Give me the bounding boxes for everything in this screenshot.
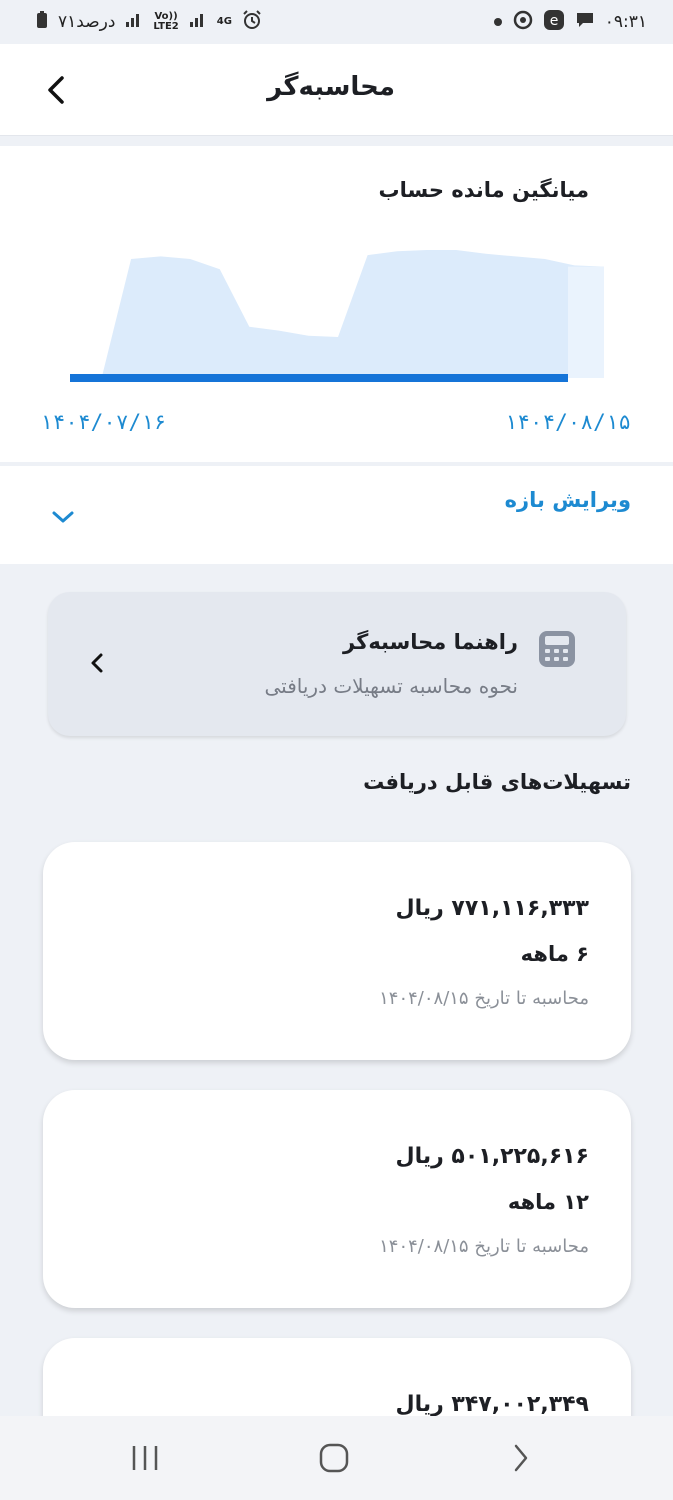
section-title: تسهیلات‌های قابل دریافت [363,770,631,794]
alarm-icon [242,9,262,35]
chart-end-date: ۱۴۰۴/۰۸/۱۵ [504,410,631,434]
status-bar: ۷۱درصد Vo)) LTE2 4G e ۰۹:۳۱ [0,0,673,44]
clock-time: ۰۹:۳۱ [604,12,647,32]
back-arrow-icon[interactable] [38,72,74,108]
chevron-down-icon[interactable] [50,506,76,528]
offer-term: ۱۲ ماهه [507,1190,589,1214]
recent-apps-icon[interactable] [130,1442,160,1478]
svg-text:e: e [549,13,558,29]
home-icon[interactable] [318,1442,350,1478]
offer-term: ۶ ماهه [520,942,589,966]
offer-date: محاسبه تا تاریخ ۱۴۰۴/۰۸/۱۵ [379,988,589,1009]
bank-app-icon: e [543,9,565,36]
offer-amount: ۵۰۱,۲۲۵,۶۱۶ ریال [395,1144,589,1169]
balance-area [72,250,604,378]
app-notification-icon [513,10,533,35]
guide-title: راهنما محاسبه‌گر [343,630,518,654]
loan-offer-card[interactable]: ۷۷۱,۱۱۶,۳۳۳ ریال ۶ ماهه محاسبه تا تاریخ … [43,842,631,1060]
loan-offer-card[interactable]: ۵۰۱,۲۲۵,۶۱۶ ریال ۱۲ ماهه محاسبه تا تاریخ… [43,1090,631,1308]
system-nav-bar [0,1416,673,1500]
chart-start-date: ۱۴۰۴/۰۷/۱۶ [40,410,167,434]
app-header: محاسبه‌گر [0,44,673,136]
chart-baseline [70,374,568,382]
offer-amount: ۳۴۷,۰۰۲,۳۴۹ ریال [395,1392,589,1417]
notification-dot-icon [493,12,503,32]
network-type-badge: 4G [216,16,232,27]
chevron-left-icon[interactable] [88,652,106,674]
status-bar-left: ۷۱درصد Vo)) LTE2 4G [36,9,262,35]
battery-percentage: ۷۱درصد [58,12,116,32]
page-title: محاسبه‌گر [267,72,395,102]
offer-amount: ۷۷۱,۱۱۶,۳۳۳ ریال [395,896,589,921]
balance-area-current [568,266,604,378]
signal-icon [125,12,143,33]
status-bar-right: e ۰۹:۳۱ [493,9,647,36]
signal-icon-2 [189,12,207,33]
volte-badge: Vo)) LTE2 [153,11,179,32]
edit-range-row[interactable]: ویرایش بازه [0,466,673,564]
edit-range-label[interactable]: ویرایش بازه [505,488,631,512]
offer-date: محاسبه تا تاریخ ۱۴۰۴/۰۸/۱۵ [379,1236,589,1257]
calculator-guide-card[interactable]: راهنما محاسبه‌گر نحوه محاسبه تسهیلات دری… [48,592,626,736]
battery-icon [36,10,48,34]
calculator-icon [538,630,576,668]
back-nav-icon[interactable] [508,1442,532,1478]
message-icon [575,11,595,34]
guide-subtitle: نحوه محاسبه تسهیلات دریافتی [264,674,518,698]
balance-chart-card: میانگین مانده حساب ۱۴۰۴/۰۷/۱۶ ۱۴۰۴/۰۸/۱۵ [0,146,673,462]
